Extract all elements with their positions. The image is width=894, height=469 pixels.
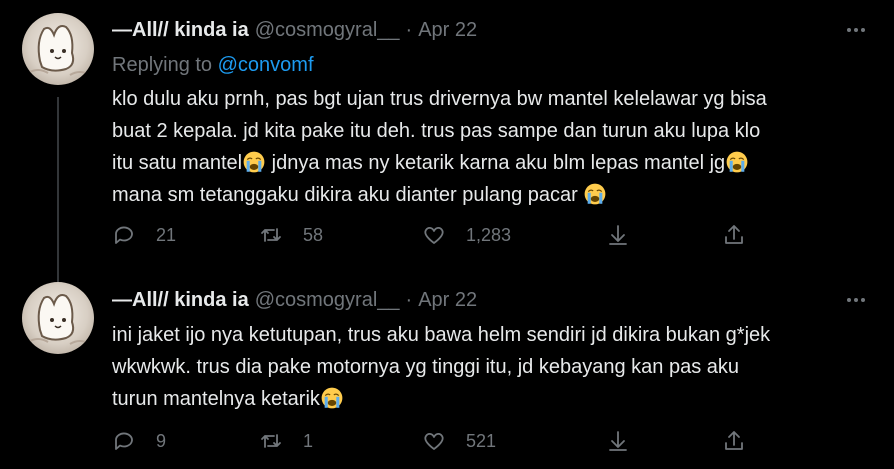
- heart-icon: [424, 226, 444, 244]
- more-dots-icon[interactable]: [844, 288, 868, 312]
- tweet-date[interactable]: Apr 22: [418, 289, 477, 312]
- like-count: 1,283: [466, 224, 512, 245]
- tweet-date[interactable]: Apr 22: [418, 19, 477, 42]
- reply-count: 9: [156, 430, 167, 451]
- avatar[interactable]: [22, 13, 94, 85]
- crying-face-emoji: [243, 151, 265, 173]
- separator-dot: ·: [405, 288, 413, 311]
- tweet-text-part: jdnya mas ny ketarik karna aku blm lepas…: [266, 152, 726, 174]
- like-button[interactable]: 1,283: [422, 221, 511, 249]
- reply-icon: [115, 226, 133, 244]
- tweet-actions: 9 1 521: [112, 427, 772, 455]
- display-name[interactable]: —All// kinda ia: [112, 289, 249, 312]
- share-down-button[interactable]: [606, 221, 630, 249]
- avatar[interactable]: [22, 282, 94, 354]
- like-button[interactable]: 521: [422, 427, 496, 455]
- tweet-text: ini jaket ijo nya ketutupan, trus aku ba…: [112, 319, 882, 415]
- tweet-actions: 21 58 1,283: [112, 221, 772, 249]
- crying-face-emoji: [726, 151, 748, 173]
- more-dots-icon[interactable]: [844, 18, 868, 42]
- replying-to: Replying to @convomf: [112, 54, 314, 77]
- tweet-text-part: ini jaket ijo nya ketutupan, trus aku ba…: [112, 324, 771, 410]
- retweet-button[interactable]: 58: [259, 221, 323, 249]
- tweet[interactable]: —All// kinda ia @cosmogyral__ · Apr 22 R…: [0, 0, 894, 270]
- share-down-button[interactable]: [606, 427, 630, 455]
- reply-icon: [115, 432, 133, 450]
- retweet-button[interactable]: 1: [259, 427, 313, 455]
- replying-to-label: Replying to: [112, 54, 213, 76]
- display-name[interactable]: —All// kinda ia: [112, 19, 249, 42]
- retweet-count: 58: [303, 224, 324, 245]
- retweet-count: 1: [303, 430, 314, 451]
- replying-to-mention[interactable]: @convomf: [218, 54, 314, 76]
- avatar-bunny-drawing: [27, 294, 91, 345]
- tweet-header: —All// kinda ia @cosmogyral__ · Apr 22: [112, 288, 477, 312]
- tweet-header: —All// kinda ia @cosmogyral__ · Apr 22: [112, 18, 477, 42]
- upload-icon: [725, 431, 743, 450]
- tweet[interactable]: —All// kinda ia @cosmogyral__ · Apr 22 i…: [0, 270, 894, 469]
- share-down-icon: [609, 225, 627, 245]
- upload-icon: [725, 225, 743, 244]
- separator-dot: ·: [405, 18, 413, 41]
- like-count: 521: [466, 430, 497, 451]
- username-handle[interactable]: @cosmogyral__: [255, 19, 400, 42]
- share-down-icon: [609, 431, 627, 451]
- retweet-icon: [261, 434, 281, 448]
- upload-button[interactable]: [722, 427, 746, 455]
- tweet-text: klo dulu aku prnh, pas bgt ujan trus dri…: [112, 83, 882, 211]
- reply-button[interactable]: 9: [112, 427, 166, 455]
- reply-button[interactable]: 21: [112, 221, 176, 249]
- avatar-bunny-drawing: [27, 25, 91, 76]
- heart-icon: [424, 432, 444, 450]
- upload-button[interactable]: [722, 221, 746, 249]
- retweet-icon: [261, 228, 281, 242]
- crying-face-emoji: [321, 387, 343, 409]
- tweet-text-part: mana sm tetanggaku dikira aku dianter pu…: [112, 184, 578, 206]
- reply-count: 21: [156, 224, 177, 245]
- username-handle[interactable]: @cosmogyral__: [255, 289, 400, 312]
- crying-face-emoji: [584, 183, 606, 205]
